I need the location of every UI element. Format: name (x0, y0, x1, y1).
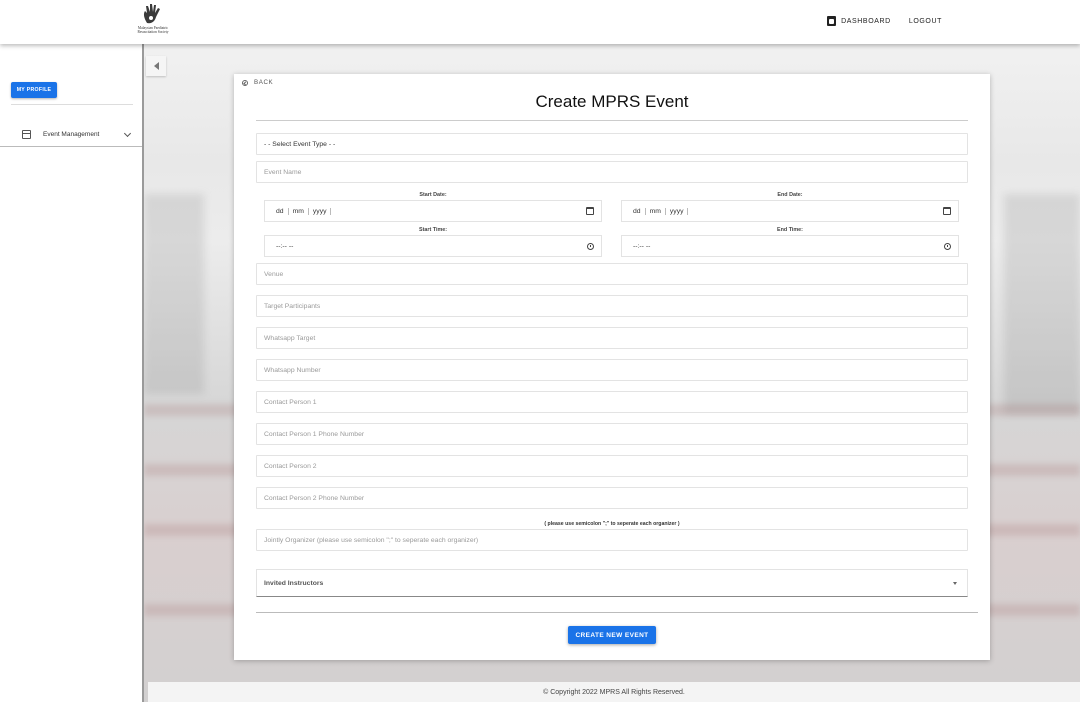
end-date-input[interactable]: dd mm yyyy (621, 200, 959, 222)
sidebar-toggle-button[interactable] (146, 56, 166, 76)
create-event-card: BACK Create MPRS Event - - Select Event … (234, 74, 990, 660)
sidebar-item-label: Event Management (43, 130, 100, 138)
year-segment: yyyy (666, 207, 689, 215)
footer: © Copyright 2022 MPRS All Rights Reserve… (148, 682, 1080, 702)
sidebar-divider (11, 104, 133, 105)
sidebar: MY PROFILE Event Management (0, 44, 144, 702)
back-label: BACK (254, 79, 274, 86)
time-value: --:-- -- (633, 242, 651, 250)
chevron-down-icon[interactable] (123, 129, 132, 138)
back-button[interactable]: BACK (242, 79, 273, 86)
month-segment: mm (289, 207, 309, 215)
contact-person-2-input[interactable] (256, 455, 968, 477)
dropdown-arrow-icon (953, 582, 957, 585)
event-name-input[interactable] (256, 161, 968, 183)
contact-person-1-input[interactable] (256, 391, 968, 413)
main-content: BACK Create MPRS Event - - Select Event … (144, 44, 1080, 702)
clock-icon[interactable] (944, 243, 951, 250)
top-header: Malaysian Paediatric Resuscitation Socie… (0, 0, 1080, 44)
top-nav: DASHBOARD LOGOUT (827, 16, 942, 26)
contact-person-2-phone-input[interactable] (256, 487, 968, 509)
calendar-picker-icon[interactable] (586, 207, 594, 215)
start-date-input[interactable]: dd mm yyyy (264, 200, 602, 222)
clock-icon[interactable] (587, 243, 594, 250)
calendar-picker-icon[interactable] (943, 207, 951, 215)
start-time-label: Start Time: (418, 227, 448, 233)
logout-link[interactable]: LOGOUT (909, 18, 942, 25)
organizer-note: ( please use semicolon ";" to seperate e… (544, 521, 680, 527)
start-time-input[interactable]: --:-- -- (264, 235, 602, 257)
day-segment: dd (633, 207, 646, 215)
start-date-label: Start Date: (419, 192, 447, 198)
target-participants-input[interactable] (256, 295, 968, 317)
dashboard-icon (827, 16, 837, 26)
year-segment: yyyy (309, 207, 332, 215)
venue-input[interactable] (256, 263, 968, 285)
my-profile-button[interactable]: MY PROFILE (11, 82, 57, 98)
jointly-organizer-input[interactable] (256, 529, 968, 551)
event-type-select[interactable]: - - Select Event Type - - (256, 133, 968, 155)
create-new-event-button[interactable]: CREATE NEW EVENT (568, 626, 656, 644)
invited-instructors-select[interactable]: Invited Instructors (256, 569, 968, 597)
calendar-icon (22, 129, 31, 139)
end-time-label: End Time: (777, 227, 803, 233)
whatsapp-number-input[interactable] (256, 359, 968, 381)
time-value: --:-- -- (276, 242, 294, 250)
day-segment: dd (276, 207, 289, 215)
hand-logo-icon (143, 4, 160, 24)
contact-person-1-phone-input[interactable] (256, 423, 968, 445)
sidebar-item-event-management[interactable]: Event Management (0, 122, 142, 147)
title-divider (256, 120, 968, 121)
invited-instructors-label: Invited Instructors (264, 579, 324, 587)
page-title: Create MPRS Event (535, 92, 689, 111)
end-time-input[interactable]: --:-- -- (621, 235, 959, 257)
month-segment: mm (646, 207, 666, 215)
whatsapp-target-input[interactable] (256, 327, 968, 349)
dashboard-link[interactable]: DASHBOARD (827, 16, 891, 26)
end-date-label: End Date: (777, 192, 803, 198)
mprs-logo[interactable]: Malaysian Paediatric Resuscitation Socie… (131, 3, 175, 39)
dashboard-label: DASHBOARD (841, 17, 891, 25)
logo-text: Malaysian Paediatric Resuscitation Socie… (137, 26, 169, 34)
back-arrow-icon (242, 79, 248, 86)
form-divider (256, 612, 978, 613)
